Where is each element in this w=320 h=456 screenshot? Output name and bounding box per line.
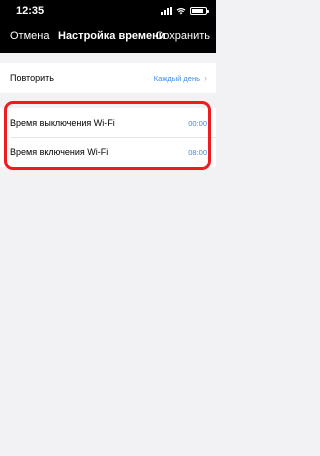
page-title: Настройка времени <box>58 30 166 42</box>
battery-icon <box>190 7 209 15</box>
repeat-label: Повторить <box>10 73 54 83</box>
status-icons <box>161 6 209 16</box>
cancel-button[interactable]: Отмена <box>10 30 49 42</box>
highlight-annotation <box>4 101 211 170</box>
signal-icon <box>161 7 172 15</box>
repeat-row[interactable]: Повторить Каждый день › <box>0 63 216 93</box>
repeat-value: Каждый день <box>153 73 200 83</box>
wifi-icon <box>176 8 186 15</box>
repeat-section: Повторить Каждый день › <box>0 63 216 93</box>
chevron-right-icon: › <box>204 73 207 83</box>
top-bar: 12:35 Отмена Настройка времени Сохранить <box>0 0 216 53</box>
save-button[interactable]: Сохранить <box>155 30 210 42</box>
status-time: 12:35 <box>16 5 45 17</box>
